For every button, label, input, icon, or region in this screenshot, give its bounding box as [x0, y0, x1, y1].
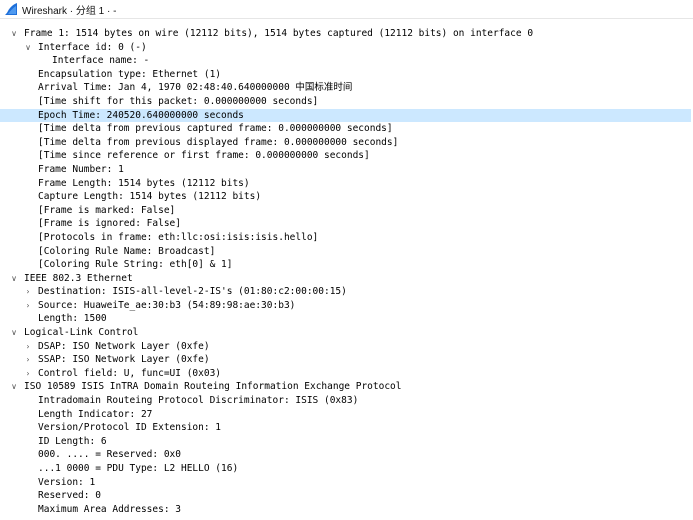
tree-item-label: [Coloring Rule String: eth[0] & 1] [38, 259, 233, 271]
tree-field-item[interactable]: Maximum Area Addresses: 3 [0, 503, 693, 517]
tree-item-label: IEEE 802.3 Ethernet [24, 272, 133, 284]
chevron-right-icon[interactable]: › [23, 299, 33, 313]
tree-field-item[interactable]: Version: 1 [0, 476, 693, 490]
tree-item-label: [Time since reference or first frame: 0.… [38, 150, 370, 162]
tree-field-item[interactable]: Reserved: 0 [0, 489, 693, 503]
tree-item-label: Source: HuaweiTe_ae:30:b3 (54:89:98:ae:3… [38, 299, 296, 311]
protocol-tree-item[interactable]: ∨ IEEE 802.3 Ethernet [0, 272, 693, 286]
tree-item-label: [Frame is marked: False] [38, 204, 176, 216]
chevron-down-icon[interactable]: ∨ [9, 380, 19, 394]
tree-field-item[interactable]: › Source: HuaweiTe_ae:30:b3 (54:89:98:ae:… [0, 299, 693, 313]
tree-field-item[interactable]: ...1 0000 = PDU Type: L2 HELLO (16) [0, 462, 693, 476]
tree-item-label: Interface name: - [52, 55, 150, 67]
tree-item-label: Intradomain Routeing Protocol Discrimina… [38, 395, 359, 407]
tree-item-label: Logical-Link Control [24, 327, 139, 339]
chevron-down-icon[interactable]: ∨ [9, 326, 19, 340]
tree-field-item[interactable]: [Coloring Rule Name: Broadcast] [0, 245, 693, 259]
tree-item-label: SSAP: ISO Network Layer (0xfe) [38, 354, 210, 366]
tree-field-item[interactable]: › Control field: U, func=UI (0x03) [0, 367, 693, 381]
tree-field-item[interactable]: Length Indicator: 27 [0, 408, 693, 422]
tree-item-label: ID Length: 6 [38, 435, 107, 447]
tree-field-item[interactable]: Length: 1500 [0, 312, 693, 326]
tree-item-label: DSAP: ISO Network Layer (0xfe) [38, 340, 210, 352]
tree-item-label: [Time delta from previous displayed fram… [38, 136, 399, 148]
protocol-tree-item[interactable]: ∨ Logical-Link Control [0, 326, 693, 340]
tree-item-label: [Time delta from previous captured frame… [38, 123, 393, 135]
tree-field-item[interactable]: Version/Protocol ID Extension: 1 [0, 421, 693, 435]
tree-field-item[interactable]: Frame Number: 1 [0, 163, 693, 177]
tree-field-item[interactable]: [Time delta from previous captured frame… [0, 122, 693, 136]
chevron-down-icon[interactable]: ∨ [9, 27, 19, 41]
tree-field-item[interactable]: › DSAP: ISO Network Layer (0xfe) [0, 340, 693, 354]
tree-item-label: Interface id: 0 (-) [38, 41, 147, 53]
tree-item-label: Frame Length: 1514 bytes (12112 bits) [38, 177, 250, 189]
tree-field-item[interactable]: ID Length: 6 [0, 435, 693, 449]
tree-field-item[interactable]: [Frame is ignored: False] [0, 217, 693, 231]
chevron-down-icon[interactable]: ∨ [23, 41, 33, 55]
tree-field-item[interactable]: [Frame is marked: False] [0, 204, 693, 218]
tree-item-label: Capture Length: 1514 bytes (12112 bits) [38, 191, 262, 203]
tree-item-label: Frame Number: 1 [38, 163, 124, 175]
tree-field-item[interactable]: Capture Length: 1514 bytes (12112 bits) [0, 190, 693, 204]
tree-field-item[interactable]: 000. .... = Reserved: 0x0 [0, 448, 693, 462]
window-title: Wireshark · 分组 1 · - [22, 5, 117, 17]
tree-field-item[interactable]: [Protocols in frame: eth:llc:osi:isis:is… [0, 231, 693, 245]
tree-item-label: 000. .... = Reserved: 0x0 [38, 449, 181, 461]
packet-details-tree[interactable]: ∨ Frame 1: 1514 bytes on wire (12112 bits… [0, 27, 693, 516]
tree-item-label: Control field: U, func=UI (0x03) [38, 367, 222, 379]
tree-field-item[interactable]: Intradomain Routeing Protocol Discrimina… [0, 394, 693, 408]
chevron-right-icon[interactable]: › [23, 367, 33, 381]
tree-field-item[interactable]: Encapsulation type: Ethernet (1) [0, 68, 693, 82]
tree-field-item[interactable]: ∨ Interface id: 0 (-) [0, 41, 693, 55]
tree-field-item[interactable]: Frame Length: 1514 bytes (12112 bits) [0, 177, 693, 191]
tree-item-label: Frame 1: 1514 bytes on wire (12112 bits)… [24, 28, 534, 39]
chevron-right-icon[interactable]: › [23, 340, 33, 354]
tree-item-label: Reserved: 0 [38, 490, 101, 502]
wireshark-fin-icon [5, 3, 17, 15]
protocol-tree-item[interactable]: ∨ Frame 1: 1514 bytes on wire (12112 bits… [0, 27, 693, 41]
tree-field-item[interactable]: [Time since reference or first frame: 0.… [0, 149, 693, 163]
tree-item-label: Length Indicator: 27 [38, 408, 153, 420]
tree-field-item[interactable]: [Time delta from previous displayed fram… [0, 136, 693, 150]
tree-field-item[interactable]: › Destination: ISIS-all-level-2-IS's (01:… [0, 285, 693, 299]
tree-item-label: Version/Protocol ID Extension: 1 [38, 422, 222, 434]
tree-field-item[interactable]: [Time shift for this packet: 0.000000000… [0, 95, 693, 109]
tree-field-item[interactable]: Arrival Time: Jan 4, 1970 02:48:40.64000… [0, 81, 693, 95]
tree-field-item[interactable]: [Coloring Rule String: eth[0] & 1] [0, 258, 693, 272]
tree-item-label: Maximum Area Addresses: 3 [38, 503, 181, 515]
tree-item-label: Version: 1 [38, 476, 96, 488]
tree-item-label: [Coloring Rule Name: Broadcast] [38, 245, 216, 257]
tree-item-label: Arrival Time: Jan 4, 1970 02:48:40.64000… [38, 82, 353, 94]
protocol-tree-item[interactable]: ∨ ISO 10589 ISIS InTRA Domain Routeing In… [0, 380, 693, 394]
tree-field-item[interactable]: › SSAP: ISO Network Layer (0xfe) [0, 353, 693, 367]
chevron-down-icon[interactable]: ∨ [9, 272, 19, 286]
tree-item-label: Encapsulation type: Ethernet (1) [38, 68, 222, 80]
tree-item-label: [Protocols in frame: eth:llc:osi:isis:is… [38, 231, 319, 243]
tree-field-item[interactable]: Epoch Time: 240520.640000000 seconds [0, 108, 691, 123]
chevron-right-icon[interactable]: › [23, 285, 33, 299]
title-bar: Wireshark · 分组 1 · - [0, 0, 693, 19]
tree-item-label: [Time shift for this packet: 0.000000000… [38, 95, 319, 107]
chevron-right-icon[interactable]: › [23, 353, 33, 367]
tree-item-label: Length: 1500 [38, 313, 107, 325]
tree-item-label: ISO 10589 ISIS InTRA Domain Routeing Inf… [24, 381, 402, 393]
tree-item-label: Epoch Time: 240520.640000000 seconds [38, 109, 244, 121]
tree-item-label: ...1 0000 = PDU Type: L2 HELLO (16) [38, 463, 239, 474]
tree-item-label: [Frame is ignored: False] [38, 218, 181, 230]
tree-field-item[interactable]: Interface name: - [0, 54, 693, 68]
tree-item-label: Destination: ISIS-all-level-2-IS's (01:8… [38, 286, 347, 298]
